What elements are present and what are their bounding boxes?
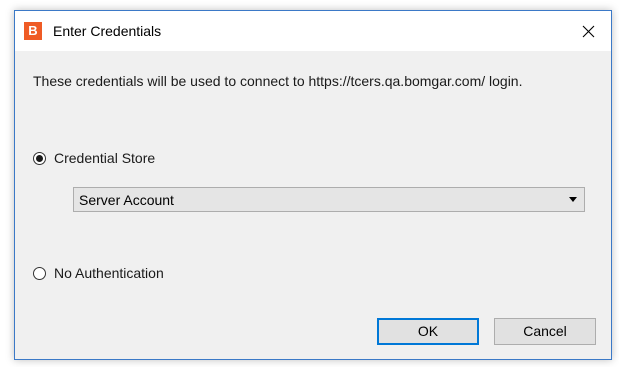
credential-store-radio[interactable] xyxy=(33,151,46,165)
app-icon: B xyxy=(24,22,42,40)
title-bar: B Enter Credentials xyxy=(15,11,611,51)
credential-store-option[interactable]: Credential Store xyxy=(33,150,155,166)
connection-message: These credentials will be used to connec… xyxy=(33,73,523,89)
close-icon xyxy=(582,25,594,37)
cancel-button[interactable]: Cancel xyxy=(494,318,596,345)
no-authentication-label: No Authentication xyxy=(54,265,164,281)
credential-select[interactable]: Server Account xyxy=(73,187,585,212)
credential-select-value: Server Account xyxy=(79,192,174,208)
dropdown-arrow-icon xyxy=(569,197,577,202)
no-authentication-option[interactable]: No Authentication xyxy=(33,265,164,281)
dialog-body: These credentials will be used to connec… xyxy=(15,51,611,359)
no-authentication-radio[interactable] xyxy=(33,266,46,280)
close-button[interactable] xyxy=(565,11,611,51)
enter-credentials-dialog: B Enter Credentials These credentials wi… xyxy=(14,10,612,360)
dialog-title: Enter Credentials xyxy=(53,23,162,39)
credential-store-label: Credential Store xyxy=(54,150,156,166)
ok-button[interactable]: OK xyxy=(377,318,479,345)
